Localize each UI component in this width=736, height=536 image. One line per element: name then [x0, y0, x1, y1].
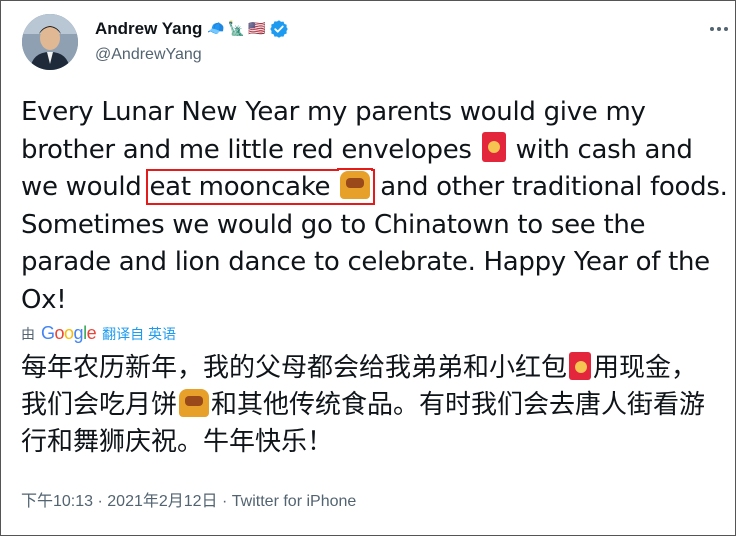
red-envelope-emoji — [481, 131, 506, 162]
red-envelope-emoji — [569, 352, 592, 380]
meta-separator: · — [93, 493, 108, 510]
avatar[interactable] — [22, 14, 78, 70]
google-logo: Google — [41, 323, 97, 343]
verified-badge-icon — [269, 20, 288, 38]
tweet-text: Every Lunar New Year my parents would gi… — [21, 94, 733, 319]
tweet-metadata: 下午10:13 · 2021年2月12日 · Twitter for iPhon… — [21, 487, 356, 511]
translated-text: 每年农历新年，我的父母都会给我弟弟和小红包 用现金，我们会吃月饼 和其他传统食品。有… — [21, 350, 721, 461]
tweet-source-link[interactable]: Twitter for iPhone — [232, 493, 357, 510]
tweet-time: 下午10:13 — [21, 493, 94, 510]
translated-text-part1: 每年农历新年，我的父母都会给我弟弟和小红包 — [21, 353, 568, 383]
highlighted-text: eat mooncake — [149, 172, 331, 202]
translated-by-label: 由 — [21, 325, 35, 342]
cap-emoji: 🧢 — [207, 21, 225, 37]
mooncake-emoji — [340, 171, 371, 199]
us-flag-emoji: 🇺🇸 — [248, 21, 266, 37]
highlighted-phrase: eat mooncake — [146, 169, 376, 205]
tweet-card: Andrew Yang 🧢 🗽 🇺🇸 @AndrewYang Every Lun… — [0, 0, 736, 536]
more-options-icon[interactable] — [707, 19, 731, 39]
translation-attribution: 由 Google 翻译自 英语 — [21, 323, 176, 344]
author-name[interactable]: Andrew Yang — [95, 19, 202, 39]
mooncake-emoji — [179, 389, 210, 417]
tweet-date: 2021年2月12日 — [107, 493, 218, 510]
avatar-photo-icon — [22, 14, 78, 70]
author-name-row: Andrew Yang 🧢 🗽 🇺🇸 — [95, 19, 289, 39]
tweet-time-link[interactable]: 下午10:13 · 2021年2月12日 — [21, 493, 218, 510]
author-handle[interactable]: @AndrewYang — [95, 46, 202, 64]
translated-from-link[interactable]: 翻译自 英语 — [102, 324, 176, 344]
meta-separator: · — [217, 493, 232, 510]
statue-of-liberty-emoji: 🗽 — [227, 21, 246, 37]
